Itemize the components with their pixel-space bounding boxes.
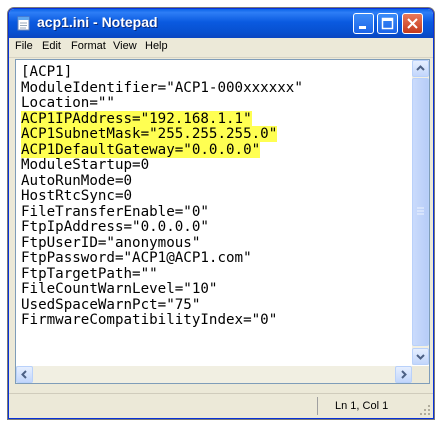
chevron-up-icon [416, 65, 425, 71]
editor-line[interactable]: ModuleIdentifier="ACP1-000xxxxxx" [21, 79, 406, 97]
editor-text-area[interactable]: [ACP1] ModuleIdentifier="ACP1-000xxxxxx" L… [21, 65, 406, 360]
editor-line-text: Location="" [21, 95, 115, 111]
editor-line[interactable]: ACP1DefaultGateway="0.0.0.0" [21, 141, 406, 159]
chevron-left-icon [21, 370, 27, 379]
status-bar: Ln 1, Col 1 [9, 393, 433, 418]
editor-line-text: FtpUserID="anonymous" [21, 234, 201, 251]
menu-view[interactable]: View [113, 40, 137, 52]
editor-line[interactable]: FirmwareCompatibilityIndex="0" [21, 312, 406, 329]
editor-line[interactable]: FtpTargetPath="" [21, 265, 406, 283]
editor-line[interactable]: FtpIpAddress="0.0.0.0" [21, 219, 406, 236]
editor-line-text: AutoRunMode=0 [21, 172, 133, 189]
editor-line[interactable]: FtpUserID="anonymous" [21, 234, 406, 252]
maximize-icon [381, 17, 394, 30]
chevron-down-icon [416, 354, 425, 360]
editor-line-text: ModuleIdentifier="ACP1-000xxxxxx" [21, 79, 303, 96]
editor-line-text: [ACP1] [21, 65, 73, 80]
vertical-scroll-thumb[interactable] [412, 78, 429, 346]
menu-file[interactable]: File [15, 40, 33, 52]
editor-line-text: FtpIpAddress="0.0.0.0" [21, 219, 209, 235]
editor-line-text: ModuleStartup=0 [21, 157, 150, 173]
editor-line[interactable]: FtpPassword="ACP1@ACP1.com" [21, 250, 406, 267]
minimize-button[interactable] [353, 13, 374, 34]
editor-line[interactable]: ACP1SubnetMask="255.255.255.0" [21, 126, 406, 143]
editor-line[interactable]: AutoRunMode=0 [21, 172, 406, 190]
close-icon [407, 18, 418, 29]
editor-line-text: HostRtcSync=0 [21, 188, 133, 204]
window-title: acp1.ini - Notepad [37, 14, 158, 30]
maximize-button[interactable] [377, 13, 398, 34]
scroll-down-button[interactable] [412, 348, 429, 365]
title-bar[interactable]: acp1.ini - Notepad [9, 9, 433, 38]
editor-line-text: FtpTargetPath="" [21, 265, 158, 282]
menu-edit[interactable]: Edit [42, 40, 61, 52]
text-editor[interactable]: [ACP1] ModuleIdentifier="ACP1-000xxxxxx" L… [15, 59, 430, 384]
editor-line-text: UsedSpaceWarnPct="75" [21, 296, 201, 313]
editor-line[interactable]: ACP1IPAddress="192.168.1.1" [21, 110, 406, 128]
status-divider [317, 397, 318, 415]
scroll-right-button[interactable] [395, 366, 412, 383]
minimize-icon [359, 26, 366, 29]
notepad-window: acp1.ini - Notepad File Edit Format View… [8, 8, 434, 419]
editor-line[interactable]: [ACP1] [21, 65, 406, 81]
menu-bar: File Edit Format View Help [9, 38, 433, 58]
editor-line[interactable]: FileCountWarnLevel="10" [21, 281, 406, 298]
editor-line-text: ACP1IPAddress="192.168.1.1" [21, 110, 252, 127]
editor-line-text: ACP1SubnetMask="255.255.255.0" [21, 126, 278, 142]
chevron-right-icon [401, 370, 407, 379]
horizontal-scrollbar[interactable] [16, 366, 412, 383]
editor-line-text: FtpPassword="ACP1@ACP1.com" [21, 250, 252, 266]
vertical-scrollbar[interactable] [412, 60, 429, 365]
scroll-up-button[interactable] [412, 60, 429, 77]
editor-line-text: ACP1DefaultGateway="0.0.0.0" [21, 141, 261, 158]
editor-line[interactable]: ModuleStartup=0 [21, 157, 406, 174]
grip-lines-icon [417, 207, 424, 215]
editor-line[interactable]: UsedSpaceWarnPct="75" [21, 296, 406, 314]
editor-line-text: FirmwareCompatibilityIndex="0" [21, 312, 278, 328]
editor-line-text: FileCountWarnLevel="10" [21, 281, 218, 297]
editor-line[interactable]: FileTransferEnable="0" [21, 203, 406, 221]
editor-line[interactable]: HostRtcSync=0 [21, 188, 406, 205]
editor-line-text: FileTransferEnable="0" [21, 203, 209, 220]
menu-help[interactable]: Help [145, 40, 168, 52]
resize-grip-icon[interactable] [419, 404, 431, 416]
close-button[interactable] [402, 13, 423, 34]
editor-line[interactable]: Location="" [21, 95, 406, 112]
menu-format[interactable]: Format [71, 40, 106, 52]
scrollbar-corner [412, 366, 429, 383]
notepad-icon [17, 16, 30, 31]
scroll-left-button[interactable] [16, 366, 33, 383]
cursor-position: Ln 1, Col 1 [335, 400, 389, 412]
